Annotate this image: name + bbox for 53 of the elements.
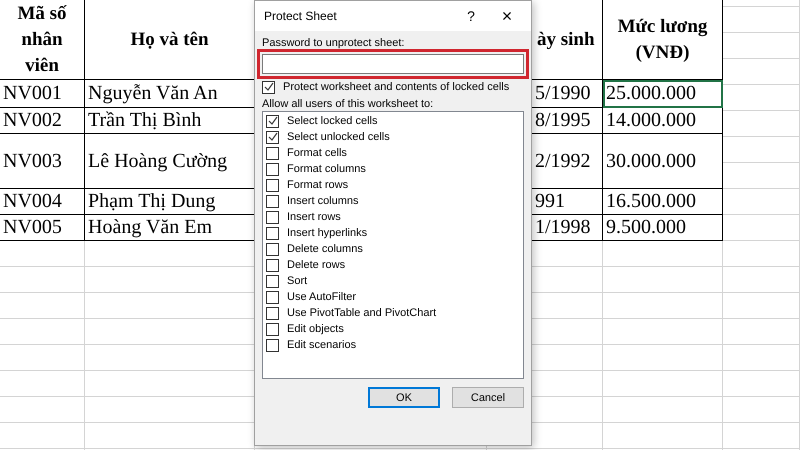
permission-label: Delete columns — [287, 243, 363, 255]
checkbox[interactable] — [266, 306, 279, 320]
table-cell: Trần Thị Bình — [85, 108, 255, 134]
permission-label: Edit scenarios — [287, 339, 356, 351]
checkbox[interactable] — [266, 274, 279, 288]
help-button[interactable]: ? — [453, 1, 489, 31]
permission-label: Format columns — [287, 163, 366, 175]
table-cell: 30.000.000 — [603, 134, 723, 189]
permission-label: Format rows — [287, 179, 348, 191]
checkbox[interactable] — [266, 322, 279, 336]
checkbox[interactable] — [266, 146, 279, 160]
checkbox[interactable] — [266, 290, 279, 304]
table-cell: 14.000.000 — [603, 108, 723, 134]
permission-label: Select unlocked cells — [287, 131, 390, 143]
table-cell: Lê Hoàng Cường — [85, 134, 255, 189]
checkbox[interactable] — [266, 258, 279, 272]
checkbox[interactable] — [266, 130, 279, 144]
allow-label: Allow all users of this worksheet to: — [262, 97, 434, 111]
table-cell: 16.500.000 — [603, 189, 723, 215]
table-cell: NV003 — [0, 134, 85, 189]
dialog-button[interactable]: OK — [368, 387, 440, 408]
permission-label: Select locked cells — [287, 115, 378, 127]
permission-label: Edit objects — [287, 323, 344, 335]
checkbox[interactable] — [266, 226, 279, 240]
checkbox[interactable] — [262, 80, 275, 94]
permission-label: Insert hyperlinks — [287, 227, 368, 239]
checkbox[interactable] — [266, 210, 279, 224]
checkbox[interactable] — [266, 242, 279, 256]
table-cell: 25.000.000 — [603, 80, 723, 108]
permission-label: Use AutoFilter — [287, 291, 356, 303]
permission-label: Format cells — [287, 147, 347, 159]
table-cell: NV005 — [0, 215, 85, 241]
checkbox[interactable] — [266, 178, 279, 192]
dialog-title: Protect Sheet — [264, 9, 338, 23]
checkbox[interactable] — [266, 194, 279, 208]
password-label: Password to unprotect sheet: — [262, 37, 406, 49]
checkbox[interactable] — [266, 114, 279, 128]
permission-label: Insert rows — [287, 211, 341, 223]
column-header: Mức lương (VNĐ) — [603, 0, 723, 80]
permission-label: Sort — [287, 275, 308, 287]
permission-label: Delete rows — [287, 259, 346, 271]
checkbox[interactable] — [266, 338, 279, 352]
permission-label: Use PivotTable and PivotChart — [287, 307, 436, 319]
table-cell: 9.500.000 — [603, 215, 723, 241]
table-cell: NV001 — [0, 80, 85, 108]
column-header: Mã số nhân viên — [0, 0, 85, 80]
password-field[interactable] — [262, 54, 524, 74]
permission-label: Insert columns — [287, 195, 359, 207]
close-button[interactable]: × — [489, 1, 525, 31]
checkbox[interactable] — [266, 162, 279, 176]
table-cell: NV002 — [0, 108, 85, 134]
table-cell: NV004 — [0, 189, 85, 215]
dialog-button[interactable]: Cancel — [452, 387, 524, 408]
